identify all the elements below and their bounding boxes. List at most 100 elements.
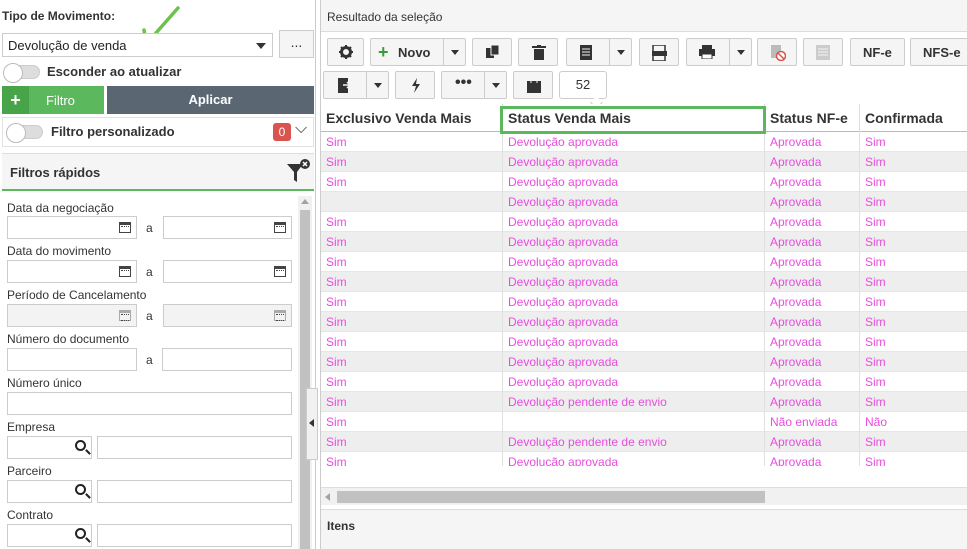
column-header[interactable]: Exclusivo Venda Mais (326, 110, 472, 126)
table-cell: Sim (326, 255, 347, 269)
table-cell: Aprovada (770, 155, 822, 169)
chevron-down-icon[interactable] (484, 72, 506, 98)
column-header[interactable]: Confirmada (865, 110, 943, 126)
action-button[interactable] (395, 71, 435, 99)
chevron-down-icon[interactable] (729, 39, 751, 65)
search-icon[interactable] (75, 528, 86, 539)
calendar-icon[interactable] (119, 222, 131, 233)
parceiro-code-input[interactable] (7, 480, 92, 503)
chevron-down-icon[interactable] (366, 72, 388, 98)
gear-icon (339, 45, 353, 59)
scrollbar-thumb[interactable] (300, 210, 310, 549)
chevron-down-icon[interactable] (609, 39, 631, 65)
table-cell: Aprovada (770, 395, 822, 409)
delete-button[interactable] (518, 38, 558, 66)
table-row[interactable]: Sim Devolução aprovada Aprovada Sim (321, 232, 967, 252)
table-cell: Sim (865, 235, 886, 249)
chevron-down-icon[interactable] (443, 39, 465, 65)
table-row[interactable]: Sim Devolução aprovada Aprovada Sim (321, 152, 967, 172)
grid-horizontal-scrollbar[interactable] (321, 487, 967, 505)
numero-unico-input[interactable] (7, 392, 292, 415)
more-actions-button[interactable]: ••• (441, 71, 507, 99)
print-button[interactable] (686, 38, 752, 66)
table-row[interactable]: Sim Devolução aprovada Aprovada Sim (321, 372, 967, 392)
pdf-button[interactable] (639, 38, 679, 66)
cancel-document-button[interactable] (757, 38, 797, 66)
empresa-code-input[interactable] (7, 436, 92, 459)
table-row[interactable]: Sim Devolução aprovada Aprovada Sim (321, 212, 967, 232)
calendar-icon[interactable] (274, 266, 286, 277)
table-row[interactable]: Sim Devolução aprovada Aprovada Sim (321, 292, 967, 312)
copy-button[interactable] (472, 38, 512, 66)
filters-scrollbar[interactable] (298, 196, 312, 549)
table-cell: Sim (326, 235, 347, 249)
table-row[interactable]: Sim Devolução aprovada Aprovada Sim (321, 332, 967, 352)
table-row[interactable]: Sim Devolução aprovada Aprovada Sim (321, 252, 967, 272)
table-row[interactable]: Sim Devolução aprovada Aprovada Sim (321, 352, 967, 372)
table-cell: Sim (326, 295, 347, 309)
table-row[interactable]: Sim Não enviada Não (321, 412, 967, 432)
nfe-button[interactable]: NF-e (850, 38, 905, 66)
table-cell: Aprovada (770, 315, 822, 329)
table-cell: Sim (865, 375, 886, 389)
scroll-up-icon[interactable] (301, 199, 309, 204)
shopping-bag-button[interactable] (513, 71, 553, 99)
table-cell: Devolução aprovada (508, 355, 619, 369)
table-row[interactable]: Sim Devolução aprovada Aprovada Sim (321, 172, 967, 192)
filtro-personalizado-toggle[interactable] (6, 123, 43, 143)
table-cell: Devolução aprovada (508, 215, 619, 229)
filtros-rapidos-title: Filtros rápidos (10, 165, 101, 180)
column-header[interactable]: Status NF-e (770, 110, 848, 126)
calendar-icon[interactable] (274, 222, 286, 233)
data-movimento-start[interactable] (7, 260, 137, 283)
tipo-movimento-select[interactable]: Devolução de venda (2, 33, 273, 57)
aplicar-button[interactable]: Aplicar (107, 86, 314, 114)
search-icon[interactable] (75, 484, 86, 495)
table-row[interactable]: Sim Devolução aprovada Aprovada Sim (321, 132, 967, 152)
table-cell: Sim (865, 175, 886, 189)
parceiro-name-input[interactable] (97, 480, 292, 503)
more-options-button[interactable]: ... (279, 30, 314, 58)
data-negociacao-end[interactable] (163, 216, 292, 239)
contrato-code-input[interactable] (7, 524, 92, 547)
table-row[interactable]: Sim Devolução pendente de envio Aprovada Si… (321, 392, 967, 412)
table-cell: Aprovada (770, 335, 822, 349)
export-button[interactable] (323, 71, 389, 99)
table-row[interactable]: Sim Devolução aprovada Aprovada Sim (321, 452, 967, 466)
scrollbar-thumb[interactable] (337, 491, 765, 503)
contrato-name-input[interactable] (97, 524, 292, 547)
itens-section[interactable]: Itens (321, 509, 967, 549)
table-row[interactable]: Sim Devolução aprovada Aprovada Sim (321, 272, 967, 292)
novo-button[interactable]: + Novo (370, 38, 466, 66)
table-cell: Sim (326, 435, 347, 449)
report-button[interactable] (566, 38, 632, 66)
table-row[interactable]: Sim Devolução aprovada Aprovada Sim (321, 312, 967, 332)
calendar-icon[interactable] (119, 266, 131, 277)
chevron-down-icon (256, 43, 266, 49)
data-negociacao-start[interactable] (7, 216, 137, 239)
table-cell: Sim (326, 455, 347, 466)
scroll-left-icon[interactable] (325, 493, 330, 501)
table-row[interactable]: Sim Devolução pendente de envio Aprovada Si… (321, 432, 967, 452)
filtro-button[interactable]: + Filtro (2, 86, 104, 114)
numero-documento-start[interactable] (7, 348, 137, 371)
table-row[interactable]: Devolução aprovada Aprovada Sim (321, 192, 967, 212)
list-button[interactable] (803, 38, 843, 66)
nfse-button[interactable]: NFS-e (910, 38, 967, 66)
collapse-panel-button[interactable] (306, 388, 318, 460)
pdf-icon (652, 45, 667, 61)
table-cell: Aprovada (770, 455, 822, 466)
clear-filter-icon[interactable] (286, 158, 310, 186)
empresa-name-input[interactable] (97, 436, 292, 459)
settings-button[interactable] (327, 38, 364, 66)
table-cell: Devolução aprovada (508, 195, 619, 209)
chevron-down-icon[interactable]: ⌵ (295, 120, 307, 138)
data-movimento-end[interactable] (163, 260, 292, 283)
cancel-document-icon (771, 45, 786, 61)
filtro-personalizado-row[interactable]: Filtro personalizado 0 ⌵ (2, 117, 314, 147)
table-cell: Aprovada (770, 195, 822, 209)
esconder-toggle[interactable] (3, 63, 40, 83)
numero-documento-end[interactable] (162, 348, 292, 371)
search-icon[interactable] (75, 440, 86, 451)
results-title: Resultado da seleção (327, 10, 443, 24)
